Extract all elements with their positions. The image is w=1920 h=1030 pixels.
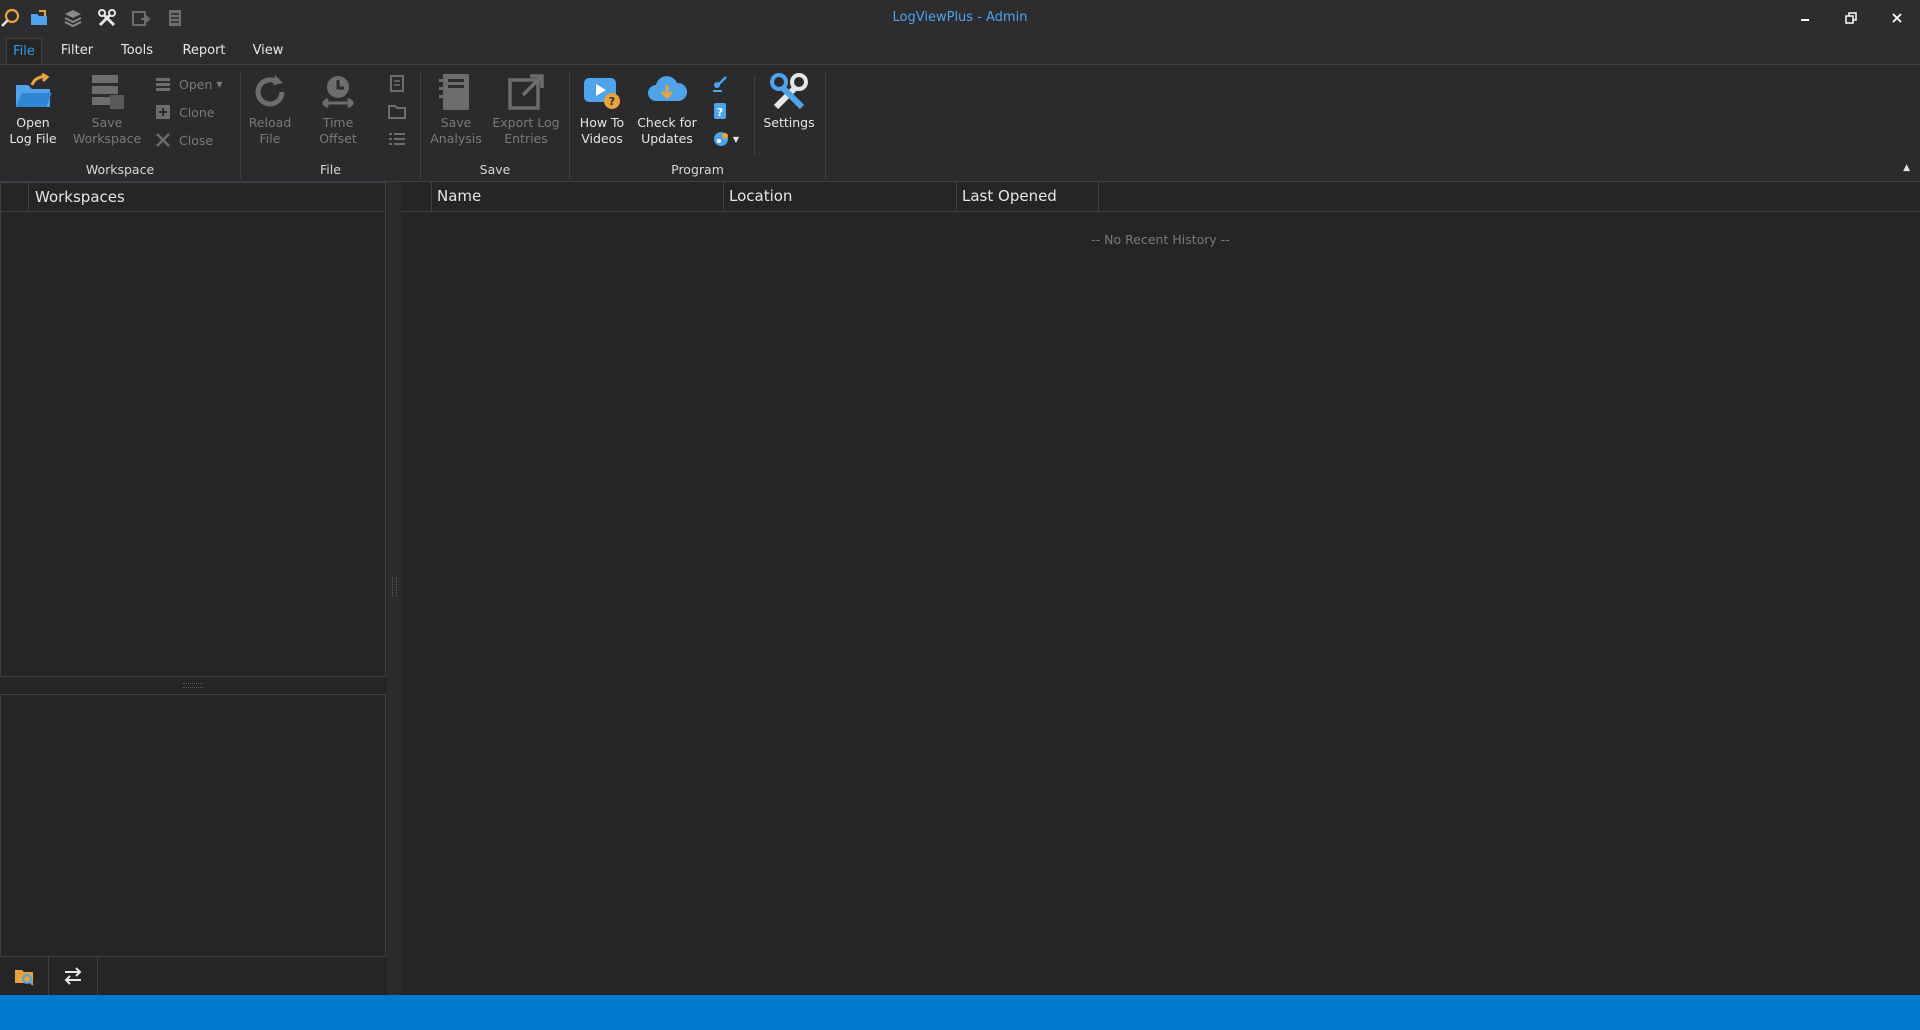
tab-tools[interactable]: Tools	[115, 38, 159, 64]
save-workspace-button[interactable]: Save Workspace	[72, 69, 142, 157]
details-panel	[0, 694, 386, 957]
export-icon	[502, 69, 550, 115]
ribbon-tabs: File Filter Tools Report View	[0, 36, 1920, 65]
minimize-icon[interactable]	[1782, 0, 1828, 36]
grid-header-row: Name Location Last Opened	[401, 182, 1920, 212]
left-pane-toolbar	[0, 957, 98, 995]
status-bar	[0, 995, 1920, 1030]
recent-history-grid: Name Location Last Opened -- No Recent H…	[401, 182, 1920, 995]
layers-icon[interactable]	[56, 5, 90, 31]
row-indicator-header	[401, 182, 432, 211]
list-icon	[156, 78, 170, 91]
tab-filter[interactable]: Filter	[56, 38, 98, 64]
group-label-program: Program	[671, 162, 724, 177]
settings-tools-icon	[765, 69, 813, 115]
reload-icon	[246, 69, 294, 115]
group-label-workspace: Workspace	[85, 162, 155, 177]
notebook-icon	[432, 69, 480, 115]
close-icon	[156, 133, 170, 147]
quick-access-toolbar	[0, 5, 192, 31]
video-help-icon: ?	[578, 69, 626, 115]
group-separator	[825, 71, 826, 179]
settings-button[interactable]: Settings	[758, 69, 820, 157]
group-label-file: File	[320, 162, 341, 177]
left-pane: Workspaces	[0, 182, 387, 995]
reload-file-button[interactable]: Reload File	[244, 69, 296, 157]
clone-button[interactable]: Clone	[155, 101, 214, 123]
tab-file[interactable]: File	[6, 38, 42, 65]
chevron-down-icon: ▼	[216, 79, 223, 89]
column-header-location[interactable]: Location	[724, 182, 957, 211]
column-header-name[interactable]: Name	[432, 182, 724, 211]
vertical-splitter[interactable]	[387, 182, 401, 995]
workspace-icon	[83, 69, 131, 115]
chevron-down-icon: ▼	[732, 134, 740, 144]
collapse-ribbon-icon[interactable]: ▲	[1903, 163, 1910, 173]
title-bar: LogViewPlus - Admin	[0, 0, 1920, 36]
folder-icon[interactable]	[387, 101, 407, 121]
column-header-last-opened[interactable]: Last Opened	[957, 182, 1099, 211]
ribbon: Open Log File Save Workspace Open ▼ Clon…	[0, 64, 1920, 182]
tab-report[interactable]: Report	[178, 38, 230, 64]
empty-state-message: -- No Recent History --	[1091, 232, 1230, 247]
svg-text:?: ?	[609, 95, 615, 108]
svg-text:?: ?	[717, 106, 723, 119]
open-folder-icon	[9, 69, 57, 115]
open-workspace-dropdown[interactable]: Open ▼	[155, 73, 223, 95]
export-log-entries-button[interactable]: Export Log Entries	[490, 69, 562, 157]
workspaces-panel: Workspaces	[0, 182, 386, 677]
open-log-file-button[interactable]: Open Log File	[4, 69, 62, 157]
open-folder-icon[interactable]	[22, 5, 56, 31]
help-icon[interactable]: ?	[710, 101, 730, 121]
tools-icon[interactable]	[90, 5, 124, 31]
list-icon[interactable]	[387, 129, 407, 149]
export-icon[interactable]	[124, 5, 158, 31]
restore-icon[interactable]	[1828, 0, 1874, 36]
edit-user-icon[interactable]	[710, 73, 730, 93]
row-indicator-header	[1, 183, 29, 211]
group-separator	[754, 75, 755, 155]
grip-icon	[183, 683, 203, 688]
grip-icon	[392, 577, 397, 597]
document-icon[interactable]	[158, 5, 192, 31]
folder-search-icon[interactable]	[0, 957, 49, 995]
swap-icon[interactable]	[49, 957, 98, 995]
tab-view[interactable]: View	[248, 38, 288, 64]
horizontal-splitter[interactable]	[0, 677, 386, 694]
cloud-download-icon	[643, 69, 691, 115]
clock-icon	[314, 69, 362, 115]
workspaces-grid-header: Workspaces	[1, 183, 385, 212]
how-to-videos-button[interactable]: ? How To Videos	[574, 69, 630, 157]
palette-icon	[713, 132, 728, 146]
add-icon	[156, 105, 170, 119]
window-title: LogViewPlus - Admin	[892, 10, 1028, 25]
close-icon[interactable]	[1874, 0, 1920, 36]
clipboard-icon[interactable]	[387, 73, 407, 93]
theme-dropdown[interactable]: ▼	[710, 129, 742, 149]
close-workspace-button[interactable]: Close	[155, 129, 213, 151]
group-label-save: Save	[479, 162, 511, 177]
check-for-updates-button[interactable]: Check for Updates	[634, 69, 700, 157]
time-offset-button[interactable]: Time Offset	[302, 69, 374, 157]
window-controls	[1782, 0, 1920, 36]
save-analysis-button[interactable]: Save Analysis	[424, 69, 488, 157]
workspaces-column-header[interactable]: Workspaces	[29, 188, 125, 206]
search-icon[interactable]	[0, 5, 22, 31]
